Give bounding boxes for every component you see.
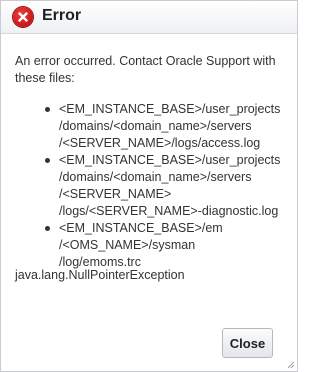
exception-text: java.lang.NullPointerException — [15, 268, 185, 282]
file-path-line: <EM_INSTANCE_BASE>/user_projects — [59, 102, 281, 116]
file-path-line: <EM_INSTANCE_BASE>/user_projects — [59, 153, 281, 167]
dialog-titlebar: Error — [1, 1, 297, 34]
file-list: <EM_INSTANCE_BASE>/user_projects /domain… — [15, 101, 291, 271]
file-path-line: /logs/<SERVER_NAME>-diagnostic.log — [59, 204, 279, 218]
dialog-title: Error — [42, 7, 82, 24]
bullet-icon — [45, 226, 50, 231]
bullet-icon — [45, 158, 50, 163]
resize-grip-icon[interactable] — [287, 361, 295, 369]
close-button[interactable]: Close — [222, 328, 273, 358]
file-list-item: <EM_INSTANCE_BASE>/em /<OMS_NAME>/sysman… — [45, 220, 291, 271]
error-message: An error occurred. Contact Oracle Suppor… — [15, 54, 276, 85]
error-dialog: Error An error occurred. Contact Oracle … — [0, 0, 298, 372]
file-path-line: <EM_INSTANCE_BASE>/em — [59, 221, 223, 235]
file-list-item: <EM_INSTANCE_BASE>/user_projects /domain… — [45, 152, 291, 220]
file-path-line: /domains/<domain_name>/servers — [59, 119, 252, 133]
file-list-item: <EM_INSTANCE_BASE>/user_projects /domain… — [45, 101, 291, 152]
dialog-body: An error occurred. Contact Oracle Suppor… — [15, 53, 291, 271]
bullet-icon — [45, 107, 50, 112]
error-icon — [13, 7, 33, 27]
file-path-line: /<SERVER_NAME>/logs/access.log — [59, 136, 261, 150]
file-path-line: /<SERVER_NAME> — [59, 187, 172, 201]
file-path-line: /domains/<domain_name>/servers — [59, 170, 252, 184]
file-path-line: /<OMS_NAME>/sysman — [59, 238, 196, 252]
